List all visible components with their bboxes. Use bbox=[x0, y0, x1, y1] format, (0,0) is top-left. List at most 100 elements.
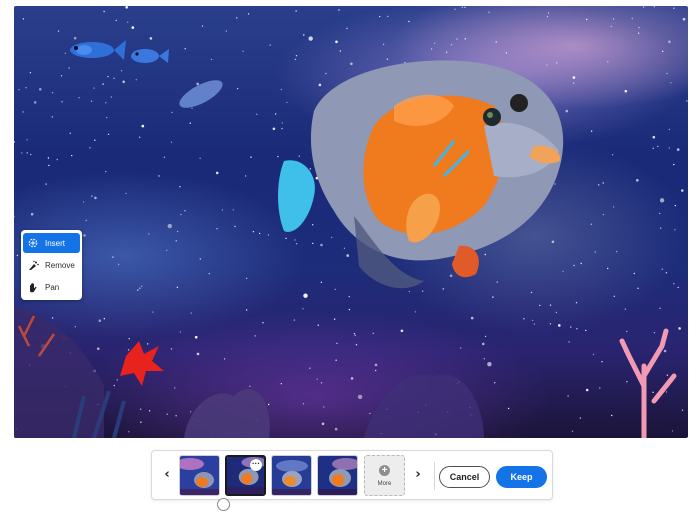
image-canvas[interactable] bbox=[14, 6, 688, 438]
star bbox=[556, 62, 558, 64]
star bbox=[308, 36, 313, 41]
star bbox=[652, 391, 654, 393]
star bbox=[90, 100, 93, 102]
star bbox=[572, 76, 576, 79]
star bbox=[106, 116, 108, 119]
star bbox=[30, 153, 32, 156]
star bbox=[116, 379, 118, 381]
more-options-icon[interactable]: ··· bbox=[250, 459, 262, 471]
star bbox=[372, 332, 374, 334]
star bbox=[673, 163, 675, 166]
star bbox=[677, 286, 679, 289]
star bbox=[339, 50, 342, 52]
star bbox=[175, 240, 177, 242]
star bbox=[103, 318, 106, 320]
star bbox=[642, 6, 645, 8]
star bbox=[442, 288, 444, 290]
star bbox=[236, 17, 238, 19]
star bbox=[184, 48, 186, 50]
star bbox=[592, 353, 595, 356]
star bbox=[246, 309, 248, 311]
star bbox=[414, 311, 416, 313]
star bbox=[179, 186, 181, 188]
star bbox=[590, 223, 592, 225]
star bbox=[674, 229, 676, 231]
variation-thumbnail-4[interactable] bbox=[317, 455, 358, 496]
star bbox=[530, 291, 533, 294]
star bbox=[51, 92, 54, 94]
star bbox=[236, 87, 239, 90]
star bbox=[558, 324, 561, 327]
cancel-button[interactable]: Cancel bbox=[439, 466, 490, 488]
star bbox=[174, 387, 176, 389]
star bbox=[85, 219, 87, 222]
pan-tool[interactable]: Pan bbox=[23, 277, 80, 297]
star bbox=[612, 18, 615, 20]
star bbox=[666, 374, 669, 376]
star bbox=[113, 384, 116, 387]
star bbox=[586, 18, 588, 21]
star bbox=[125, 6, 128, 9]
star bbox=[309, 168, 311, 170]
more-variations-button[interactable]: + More bbox=[364, 455, 405, 496]
resize-handle[interactable] bbox=[217, 498, 230, 511]
star bbox=[16, 254, 19, 257]
star bbox=[482, 342, 485, 346]
star bbox=[575, 302, 578, 304]
star bbox=[612, 206, 615, 208]
star bbox=[115, 19, 117, 22]
star bbox=[196, 82, 199, 86]
star bbox=[171, 111, 173, 114]
star bbox=[668, 147, 670, 149]
star bbox=[21, 152, 23, 154]
star bbox=[244, 175, 247, 177]
star bbox=[422, 290, 424, 292]
remove-tool[interactable]: Remove bbox=[23, 255, 80, 275]
star bbox=[320, 243, 323, 247]
star bbox=[348, 308, 351, 311]
star bbox=[166, 413, 168, 415]
star bbox=[547, 12, 550, 14]
variation-thumbnail-2[interactable]: ··· bbox=[225, 455, 266, 496]
star bbox=[464, 38, 466, 40]
star bbox=[267, 234, 270, 236]
star bbox=[158, 175, 160, 177]
star bbox=[483, 358, 485, 360]
thumbnail-image bbox=[180, 456, 219, 495]
thumbnail-image bbox=[272, 456, 311, 495]
star bbox=[57, 30, 60, 32]
star bbox=[626, 381, 628, 383]
keep-button[interactable]: Keep bbox=[496, 466, 547, 488]
star bbox=[400, 329, 404, 333]
star bbox=[565, 109, 569, 113]
star bbox=[196, 352, 200, 356]
star bbox=[346, 27, 348, 30]
star bbox=[225, 30, 227, 32]
chevron-right-icon[interactable]: › bbox=[412, 468, 424, 482]
star bbox=[148, 233, 150, 235]
star bbox=[170, 141, 173, 143]
star bbox=[221, 209, 224, 211]
star bbox=[199, 157, 201, 159]
star bbox=[686, 100, 688, 102]
star bbox=[51, 317, 54, 319]
star bbox=[71, 154, 73, 157]
star bbox=[430, 48, 433, 50]
star bbox=[184, 210, 186, 212]
variation-thumbnail-3[interactable] bbox=[271, 455, 312, 496]
insert-tool[interactable]: Insert bbox=[23, 233, 80, 253]
star bbox=[280, 383, 282, 385]
chevron-left-icon[interactable]: ‹ bbox=[161, 468, 173, 482]
star bbox=[611, 414, 613, 417]
star bbox=[141, 285, 143, 287]
variation-thumbnail-1[interactable] bbox=[179, 455, 220, 496]
star bbox=[252, 231, 255, 233]
pan-tool-label: Pan bbox=[45, 282, 60, 292]
star bbox=[105, 102, 107, 104]
star bbox=[653, 332, 656, 334]
star bbox=[175, 415, 177, 417]
star bbox=[83, 234, 86, 237]
star bbox=[353, 333, 356, 335]
star bbox=[73, 36, 77, 40]
star bbox=[355, 344, 358, 346]
